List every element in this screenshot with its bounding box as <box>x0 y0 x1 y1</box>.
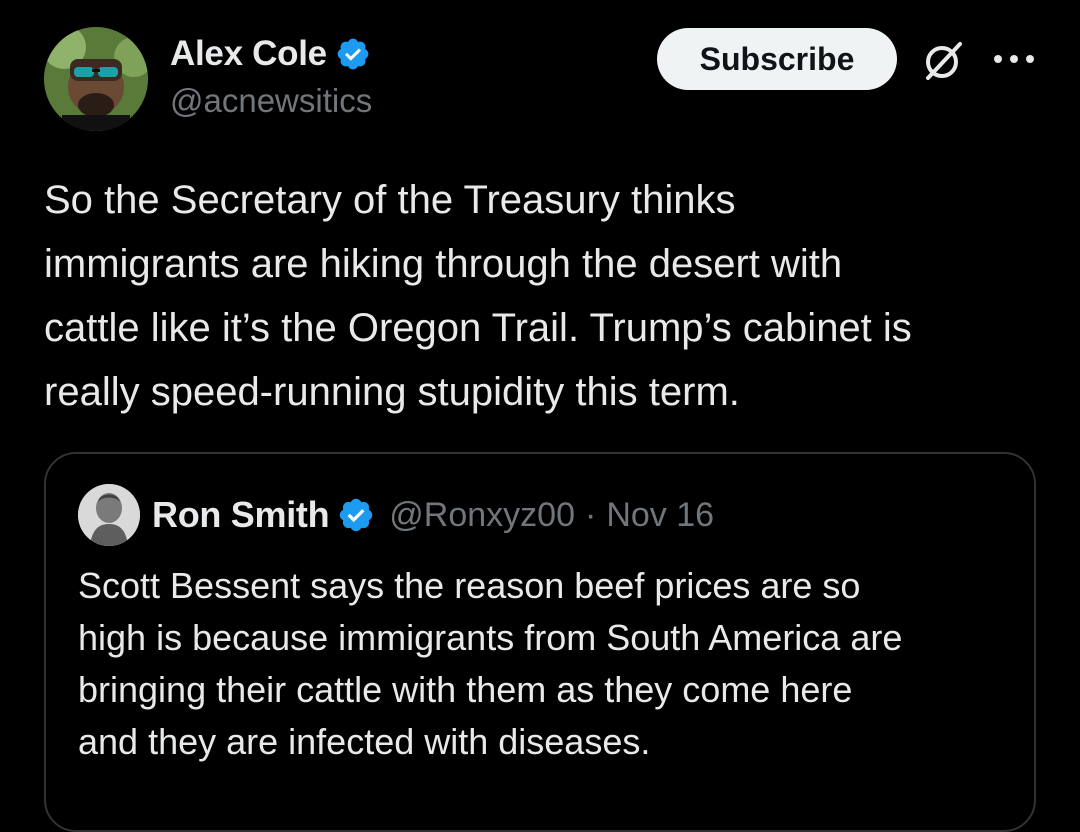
grok-icon[interactable] <box>920 36 968 84</box>
quoted-tweet-card[interactable]: Ron Smith @Ronxyz00 · Nov 16 Scott Besse… <box>44 452 1036 832</box>
avatar-photo <box>44 27 148 131</box>
quoted-text-line: high is because immigrants from South Am… <box>78 617 903 658</box>
quoted-author-avatar[interactable] <box>78 484 140 546</box>
more-dots-icon[interactable] <box>994 44 1034 74</box>
author-handle[interactable]: @acnewsitics <box>170 82 372 120</box>
tweet-text-line: So the Secretary of the Treasury thinks <box>44 178 736 222</box>
author-display-name[interactable]: Alex Cole <box>170 34 327 74</box>
quoted-text-line: Scott Bessent says the reason beef price… <box>78 565 861 606</box>
more-dot <box>1010 55 1018 63</box>
quoted-date[interactable]: Nov 16 <box>606 496 714 535</box>
quoted-handle[interactable]: @Ronxyz00 <box>389 496 575 535</box>
tweet-text-line: really speed-running stupidity this term… <box>44 370 740 414</box>
tweet-text-line: cattle like it’s the Oregon Trail. Trump… <box>44 306 912 350</box>
verified-badge-icon <box>337 496 375 534</box>
quoted-avatar-photo <box>78 484 140 546</box>
subscribe-button[interactable]: Subscribe <box>657 28 897 90</box>
tweet-header: Alex Cole @acnewsitics Subscribe <box>0 0 1080 140</box>
quoted-header: Ron Smith @Ronxyz00 · Nov 16 <box>152 490 714 540</box>
quoted-text-line: and they are infected with diseases. <box>78 721 651 762</box>
author-avatar[interactable] <box>44 27 148 131</box>
separator-dot: · <box>585 495 597 534</box>
more-dot <box>994 55 1002 63</box>
tweet-text-line: immigrants are hiking through the desert… <box>44 242 843 286</box>
quoted-text-line: bringing their cattle with them as they … <box>78 669 853 710</box>
author-name-row: Alex Cole <box>170 30 372 78</box>
more-dot <box>1026 55 1034 63</box>
verified-badge-icon <box>335 36 371 72</box>
tweet-text: So the Secretary of the Treasury thinks … <box>44 168 1044 424</box>
quoted-text: Scott Bessent says the reason beef price… <box>78 560 1028 768</box>
quoted-display-name[interactable]: Ron Smith <box>152 494 330 536</box>
author-info[interactable]: Alex Cole @acnewsitics <box>170 30 372 120</box>
